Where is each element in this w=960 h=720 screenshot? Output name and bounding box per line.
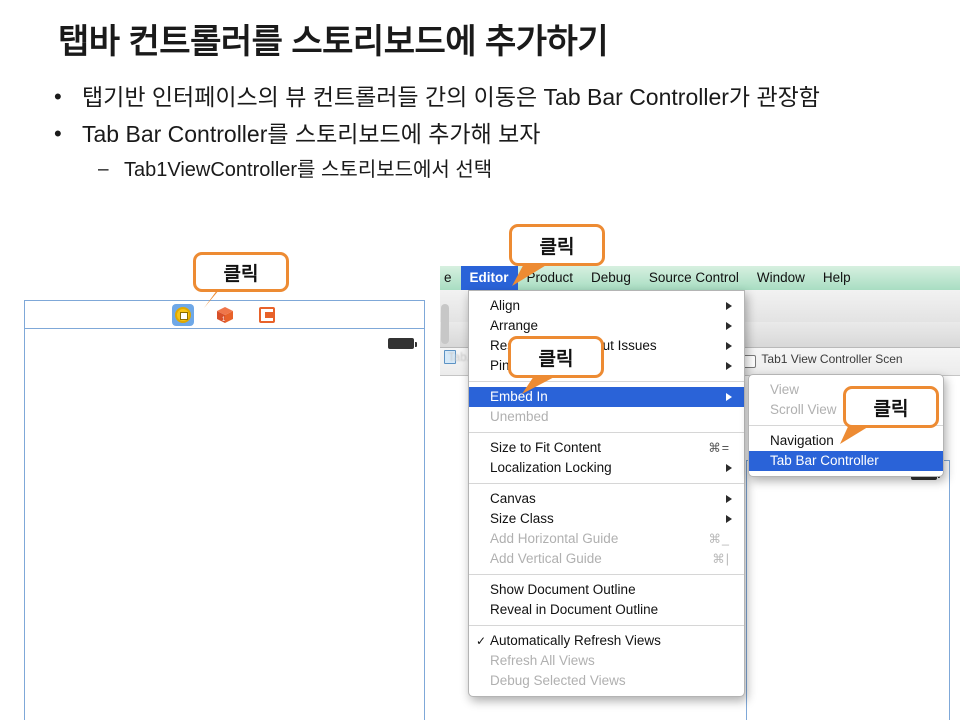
menu-item-size-to-fit-content[interactable]: Size to Fit Content ⌘= (469, 438, 744, 458)
exit-glyph (258, 306, 275, 323)
callout-click-tab-bar-controller: 클릭 (843, 386, 939, 428)
menu-separator (469, 574, 744, 575)
menu-item-shortcut: ⌘= (708, 441, 730, 455)
menu-separator (469, 432, 744, 433)
menu-item-label: Align (490, 298, 521, 313)
submenu-arrow-icon (726, 302, 732, 310)
menu-item-automatically-refresh-views[interactable]: ✓ Automatically Refresh Views (469, 631, 744, 651)
page-title: 탭바 컨트롤러를 스토리보드에 추가하기 (58, 23, 609, 61)
xcode-screenshot: 1 oard — Edited Ready Today at 오후 4:18 T… (0, 224, 960, 720)
menu-item-debug-selected-views: Debug Selected Views (469, 671, 744, 691)
callout-label: 클릭 (223, 263, 259, 285)
menu-item-label: Size to Fit Content (490, 440, 602, 455)
menu-item-label: Reveal in Document Outline (490, 602, 659, 617)
bullet-marker: • (54, 121, 62, 146)
menu-separator (469, 625, 744, 626)
list-item: – Tab1ViewController를 스토리보드에서 선택 (46, 156, 936, 184)
menubar-help[interactable]: Help (814, 266, 860, 290)
menu-item-align[interactable]: Align (469, 296, 744, 316)
menubar-debug[interactable]: Debug (582, 266, 640, 290)
submenu-arrow-icon (726, 515, 732, 523)
menubar-source-control[interactable]: Source Control (640, 266, 748, 290)
menu-item-arrange[interactable]: Arrange (469, 316, 744, 336)
submenu-arrow-icon (726, 342, 732, 350)
menu-item-label: Unembed (490, 409, 549, 424)
bullet-list: • 탭기반 인터페이스의 뷰 컨트롤러들 간의 이동은 Tab Bar Cont… (46, 82, 936, 184)
callout-label: 클릭 (538, 348, 574, 370)
menu-item-label: Show Document Outline (490, 582, 636, 597)
submenu-arrow-icon (726, 322, 732, 330)
view-controller-scene-icon (743, 354, 757, 368)
menu-item-label: Tab Bar Controller (770, 453, 879, 468)
menubar-window[interactable]: Window (748, 266, 814, 290)
menu-item-label: Size Class (490, 511, 554, 526)
storyboard-scene-left[interactable]: 1 (24, 300, 425, 720)
menu-item-label: Canvas (490, 491, 536, 506)
bullet-marker: – (98, 159, 109, 180)
menu-item-label: Arrange (490, 318, 539, 333)
menu-item-label: Add Horizontal Guide (490, 531, 619, 546)
menu-item-label: Debug Selected Views (490, 673, 626, 688)
list-item: • 탭기반 인터페이스의 뷰 컨트롤러들 간의 이동은 Tab Bar Cont… (46, 82, 936, 113)
menu-item-label: Refresh All Views (490, 653, 595, 668)
menu-item-refresh-all-views: Refresh All Views (469, 651, 744, 671)
slide: 탭바 컨트롤러를 스토리보드에 추가하기 • 탭기반 인터페이스의 뷰 컨트롤러… (0, 0, 960, 720)
menu-item-shortcut: ⌘| (712, 552, 730, 566)
menu-item-show-document-outline[interactable]: Show Document Outline (469, 580, 744, 600)
menu-item-add-horizontal-guide: Add Horizontal Guide ⌘_ (469, 529, 744, 549)
menu-item-label: Add Vertical Guide (490, 551, 602, 566)
submenu-arrow-icon (726, 495, 732, 503)
menu-item-label: Localization Locking (490, 460, 612, 475)
callout-click-scene-icon: 클릭 (193, 252, 289, 292)
menubar-item-partial[interactable]: e (440, 266, 461, 290)
submenu-item-tab-bar-controller[interactable]: Tab Bar Controller (749, 451, 943, 471)
callout-label: 클릭 (873, 398, 909, 420)
bullet-text: 탭기반 인터페이스의 뷰 컨트롤러들 간의 이동은 Tab Bar Contro… (82, 84, 820, 110)
list-item: • Tab Bar Controller를 스토리보드에 추가해 보자 (46, 119, 936, 150)
breadcrumb-scene[interactable]: Tab1 View Controller Scen (761, 352, 902, 366)
callout-click-embed-in: 클릭 (508, 336, 604, 378)
submenu-arrow-icon (726, 464, 732, 472)
menu-separator (469, 483, 744, 484)
menu-item-add-vertical-guide: Add Vertical Guide ⌘| (469, 549, 744, 569)
menu-item-embed-in[interactable]: Embed In (469, 387, 744, 407)
callout-click-editor-menu: 클릭 (509, 224, 605, 266)
checkmark-icon: ✓ (476, 634, 487, 648)
menu-item-unembed: Unembed (469, 407, 744, 427)
callout-label: 클릭 (539, 236, 575, 258)
storyboard-scene-right[interactable] (746, 460, 950, 720)
menu-item-shortcut: ⌘_ (708, 532, 730, 546)
bullet-text: Tab Bar Controller를 스토리보드에 추가해 보자 (82, 121, 541, 147)
submenu-arrow-icon (726, 362, 732, 370)
menu-item-reveal-in-document-outline[interactable]: Reveal in Document Outline (469, 600, 744, 620)
menu-item-size-class[interactable]: Size Class (469, 509, 744, 529)
submenu-arrow-icon (726, 393, 732, 401)
menu-item-canvas[interactable]: Canvas (469, 489, 744, 509)
view-controller-glyph (174, 306, 191, 323)
menu-item-localization-locking[interactable]: Localization Locking (469, 458, 744, 478)
battery-icon (388, 338, 417, 349)
menu-item-label: Automatically Refresh Views (490, 633, 661, 648)
bullet-marker: • (54, 84, 62, 109)
scene-canvas-body[interactable] (25, 330, 424, 720)
menu-separator (469, 381, 744, 382)
scrollbar[interactable] (441, 304, 449, 344)
bullet-text: Tab1ViewController를 스토리보드에서 선택 (124, 159, 493, 181)
